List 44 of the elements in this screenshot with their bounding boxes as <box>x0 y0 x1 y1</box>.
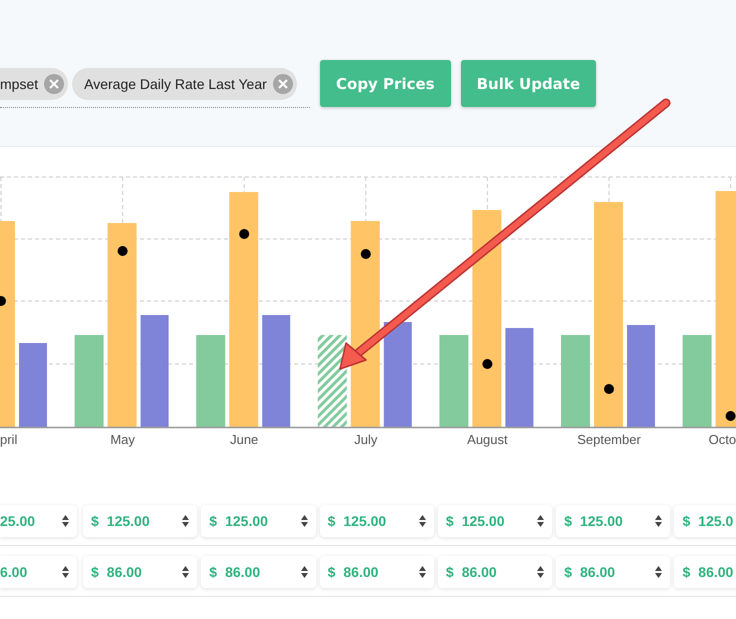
price-input[interactable]: $ 86.00 <box>320 556 434 588</box>
month-label: Octo <box>708 432 736 447</box>
spinner-icon[interactable] <box>182 566 190 578</box>
price-input[interactable]: $ 125.0 <box>674 505 736 537</box>
spinner-icon[interactable] <box>182 515 190 527</box>
data-point <box>482 359 492 369</box>
data-point <box>726 411 736 421</box>
month-label: August <box>467 432 508 447</box>
month-label: July <box>354 432 378 447</box>
price-input[interactable]: $ 86.00 <box>438 556 552 588</box>
spinner-icon[interactable] <box>537 566 544 578</box>
month-label: June <box>230 432 258 447</box>
price-input[interactable]: $ 125.00 <box>556 505 670 537</box>
spinner-icon[interactable] <box>418 515 426 527</box>
filter-chip[interactable]: mpset <box>0 68 68 100</box>
spinner-icon[interactable] <box>537 515 544 527</box>
price-input[interactable]: $ 86.00 <box>83 556 198 588</box>
spinner-icon[interactable] <box>655 515 662 527</box>
spinner-icon[interactable] <box>418 566 426 578</box>
data-point <box>360 249 371 259</box>
spinner-icon[interactable] <box>62 515 69 527</box>
price-input[interactable]: 25.00 <box>0 505 77 537</box>
data-point <box>239 229 250 239</box>
spinner-icon[interactable] <box>62 566 69 578</box>
price-input[interactable]: $ 125.00 <box>320 505 434 537</box>
spinner-icon[interactable] <box>655 566 662 578</box>
action-button[interactable]: Bulk Update <box>460 60 596 107</box>
month-label: September <box>577 432 641 447</box>
data-point <box>118 246 128 256</box>
action-button[interactable]: Copy Prices <box>320 60 451 107</box>
month-label: May <box>110 432 135 447</box>
month-label: pril <box>0 432 18 447</box>
spinner-icon[interactable] <box>300 566 308 578</box>
filter-chip[interactable]: Average Daily Rate Last Year <box>72 68 297 100</box>
price-input[interactable]: $ 86.00 <box>556 556 670 588</box>
price-input[interactable]: $ 125.00 <box>438 505 552 537</box>
data-point <box>604 384 614 394</box>
price-input[interactable]: $ 86.00 <box>674 556 736 588</box>
price-input[interactable]: $ 125.00 <box>201 505 316 537</box>
spinner-icon[interactable] <box>300 515 308 527</box>
data-point <box>0 296 6 306</box>
price-input[interactable]: $ 86.00 <box>201 556 316 588</box>
price-input[interactable]: $ 125.00 <box>83 505 198 537</box>
price-input[interactable]: 6.00 <box>0 556 77 588</box>
